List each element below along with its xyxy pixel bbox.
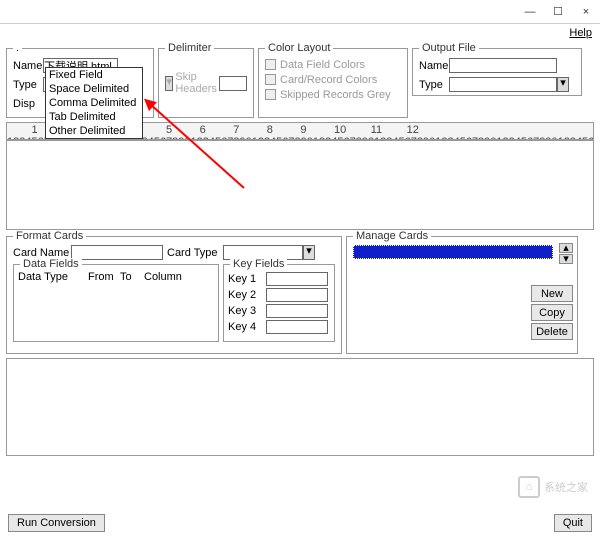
maximize-button[interactable]: ☐ [544, 5, 572, 18]
data-preview-area[interactable] [6, 140, 594, 230]
manage-cards-group: Manage Cards ▴ ▾ New Copy Delete [346, 236, 578, 354]
column-header: Column [144, 271, 182, 283]
card-record-colors-checkbox[interactable] [265, 74, 276, 85]
card-record-colors-label: Card/Record Colors [280, 74, 377, 86]
disp-label: Disp [13, 98, 43, 110]
delete-button[interactable]: Delete [531, 323, 573, 340]
card-type-dropdown-icon[interactable]: ▾ [303, 245, 315, 260]
dropdown-item[interactable]: Tab Delimited [46, 110, 142, 124]
key2-label: Key 2 [228, 289, 266, 301]
key2-input[interactable] [266, 288, 328, 302]
selected-card-item[interactable] [353, 245, 553, 259]
dropdown-item[interactable]: Space Delimited [46, 82, 142, 96]
output-file-title: Output File [419, 42, 479, 54]
home-icon: ⌂ [518, 476, 540, 498]
skipped-grey-checkbox[interactable] [265, 89, 276, 100]
card-name-input[interactable] [71, 245, 163, 260]
minimize-button[interactable]: — [516, 6, 544, 18]
type-dropdown-list: Fixed Field Space Delimited Comma Delimi… [45, 67, 143, 139]
skip-headers-input[interactable] [219, 76, 247, 91]
format-cards-title: Format Cards [13, 230, 86, 242]
close-button[interactable]: × [572, 6, 600, 18]
data-field-colors-label: Data Field Colors [280, 59, 365, 71]
key3-input[interactable] [266, 304, 328, 318]
output-type-input[interactable] [449, 77, 557, 92]
name-label: Name [13, 60, 43, 72]
copy-button[interactable]: Copy [531, 304, 573, 321]
format-cards-group: Format Cards Card Name Card Type ▾ Data … [6, 236, 342, 354]
key4-label: Key 4 [228, 321, 266, 333]
data-fields-title: Data Fields [20, 258, 82, 270]
to-header: To [120, 271, 144, 283]
card-name-label: Card Name [13, 247, 71, 259]
key-fields-title: Key Fields [230, 258, 287, 270]
output-type-dropdown-icon[interactable]: ▾ [557, 77, 569, 92]
help-menu[interactable]: Help [569, 27, 592, 39]
key4-input[interactable] [266, 320, 328, 334]
title-bar: — ☐ × [0, 0, 600, 24]
move-down-icon[interactable]: ▾ [559, 254, 573, 264]
from-header: From [88, 271, 120, 283]
menu-bar: Help [0, 24, 600, 42]
manage-cards-title: Manage Cards [353, 230, 431, 242]
key1-label: Key 1 [228, 273, 266, 285]
dropdown-item[interactable]: Comma Delimited [46, 96, 142, 110]
type-label: Type [13, 79, 43, 91]
run-conversion-button[interactable]: Run Conversion [8, 514, 105, 532]
output-type-label: Type [419, 79, 449, 91]
key3-label: Key 3 [228, 305, 266, 317]
output-name-input[interactable] [449, 58, 557, 73]
skipped-grey-label: Skipped Records Grey [280, 89, 391, 101]
dropdown-item[interactable]: Other Delimited [46, 124, 142, 138]
delimiter-title: Delimiter [165, 42, 214, 54]
move-up-icon[interactable]: ▴ [559, 243, 573, 253]
card-type-label: Card Type [167, 247, 223, 259]
color-layout-title: Color Layout [265, 42, 333, 54]
data-field-colors-checkbox[interactable] [265, 59, 276, 70]
delimiter-group: Delimiter ▾Skip Headers [158, 48, 254, 118]
output-file-group: Output File Name Type▾ [412, 48, 582, 96]
source-title: . [13, 42, 22, 54]
watermark: ⌂ 系统之家 [518, 476, 588, 498]
data-fields-group: Data Fields Data Type From To Column [13, 264, 219, 342]
key-fields-group: Key Fields Key 1 Key 2 Key 3 Key 4 [223, 264, 335, 342]
key1-input[interactable] [266, 272, 328, 286]
skip-headers-label: Skip Headers [175, 71, 217, 95]
log-area[interactable] [6, 358, 594, 456]
dropdown-item[interactable]: Fixed Field [46, 68, 142, 82]
output-name-label: Name [419, 60, 449, 72]
quit-button[interactable]: Quit [554, 514, 592, 532]
delimiter-dropdown-icon[interactable]: ▾ [165, 76, 173, 91]
color-layout-group: Color Layout Data Field Colors Card/Reco… [258, 48, 408, 118]
data-type-header: Data Type [18, 271, 88, 283]
new-button[interactable]: New [531, 285, 573, 302]
